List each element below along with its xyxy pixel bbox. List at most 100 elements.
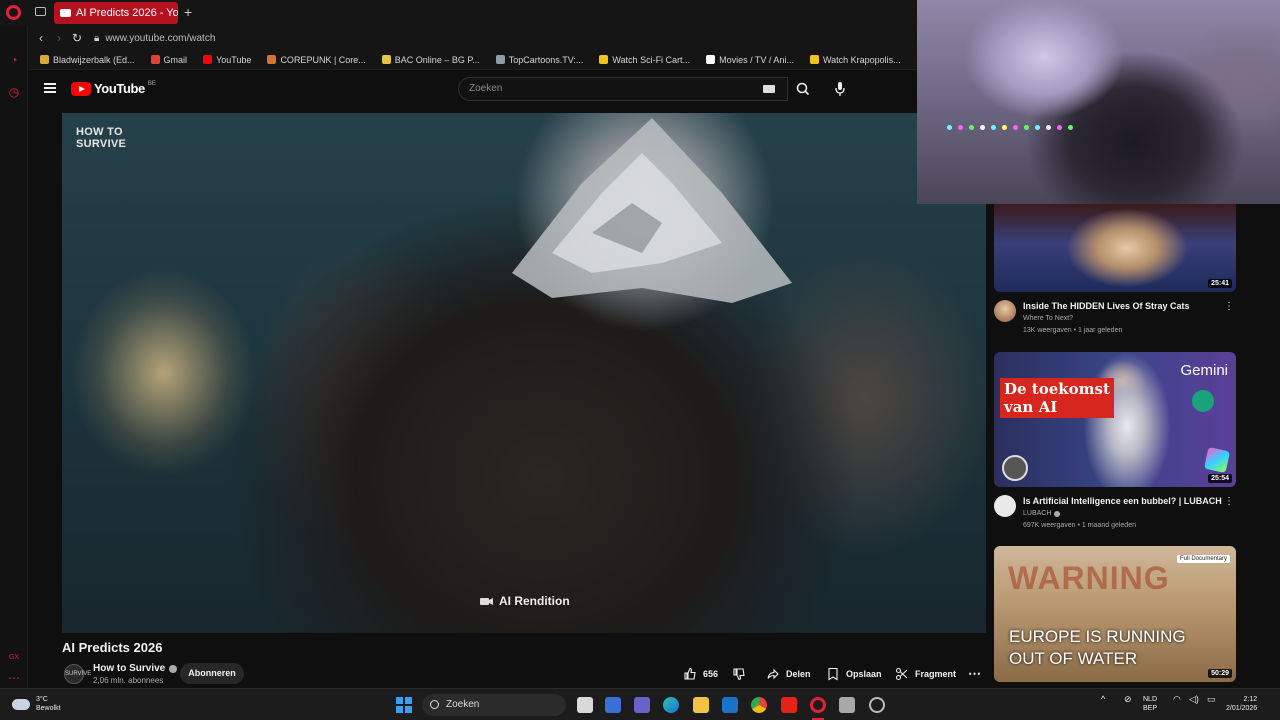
chrome-icon[interactable] [751,697,767,713]
share-button[interactable]: Delen [766,664,811,684]
back-icon[interactable]: ‹ [32,31,50,45]
recommendation-meta: 697K weergaven • 1 maand geleden [1023,522,1136,529]
bookmark-label: TopCartoons.TV:... [508,54,584,65]
clock[interactable]: 2:12 2/01/2026 [1226,695,1257,713]
video-player[interactable]: HOW TO SURVIVE AI Rendition [62,113,986,633]
bookmark-item[interactable]: BAC Online – BG P... [376,55,486,65]
recommendation-title[interactable]: Is Artificial Intelligence een bubbel? |… [1023,496,1223,506]
wifi-icon[interactable]: ◠ [1173,695,1181,704]
channel-text: LUBACH [1023,510,1052,517]
more-icon[interactable]: ⋯ [6,670,22,686]
channel-name[interactable]: How to Survive [93,663,178,674]
volume-icon[interactable]: ◁) [1189,695,1199,704]
recommendation-1[interactable]: 25:41 Inside The HIDDEN Lives Of Stray C… [994,204,1236,334]
tray-overflow-icon[interactable]: ^ [1101,695,1105,704]
duration-badge: 25:54 [1208,474,1232,483]
history-icon[interactable]: ◷ [6,84,22,100]
like-count: 656 [703,669,719,679]
video-frame-foil-hat [512,118,792,303]
search-button[interactable] [788,77,818,101]
gx-icon[interactable]: GX [6,650,22,666]
taskbar-search[interactable]: Zoeken [422,694,566,716]
clip-label: Fragment [915,669,957,679]
calculator-icon[interactable] [839,697,855,713]
bookmark-item[interactable]: COREPUNK | Core... [261,55,371,65]
browser-sidebar: ◔ ◷ GX ⋯ [0,0,28,688]
tab-active[interactable]: AI Predicts 2026 - YouTub [54,2,178,24]
opera-gx-icon[interactable] [810,697,826,713]
thumbs-down-icon [733,668,745,681]
outlook-icon[interactable] [722,697,738,713]
clip-button[interactable]: Fragment [895,664,956,684]
ai-rendition-badge: AI Rendition [480,594,570,608]
dislike-button[interactable] [732,664,746,684]
search-input[interactable]: Zoeken [458,77,788,101]
clock-date: 2/01/2026 [1226,705,1258,712]
share-icon [767,668,779,680]
settings-icon[interactable] [869,697,885,713]
save-button[interactable]: Opslaan [826,664,882,684]
new-tab-button[interactable]: + [184,4,192,20]
channel-name-text: How to Survive [93,663,166,674]
subscribe-button[interactable]: Abonneren [180,663,244,684]
thumbnail-brand: Gemini [1180,362,1228,379]
network-icon[interactable]: ⊘ [1124,695,1132,704]
youtube-app-icon[interactable] [781,697,797,713]
recommendation-2[interactable]: De toekomst van AI Gemini 25:54 Is Artif… [994,352,1236,529]
logo-text: YouTube [94,81,145,96]
camera-icon [480,597,493,605]
verified-icon [1054,510,1061,517]
menu-icon[interactable] [44,83,56,93]
url-field[interactable]: www.youtube.com/watch [105,33,215,44]
opera-logo-icon[interactable] [6,5,21,20]
bookmark-icon [828,667,838,681]
channel-avatar[interactable]: SURVIVE [64,664,91,684]
bookmark-favicon-icon [495,55,505,64]
edge-icon[interactable] [663,697,679,713]
messenger-icon[interactable]: ◔ [6,52,22,68]
youtube-logo[interactable]: YouTube BE [71,81,156,96]
store-icon[interactable] [605,697,621,713]
recommendation-channel[interactable]: Where To Next? [1023,315,1073,322]
recommendation-title[interactable]: Inside The HIDDEN Lives Of Stray Cats [1023,301,1223,311]
language-indicator[interactable]: NLD BEP [1143,695,1157,713]
thumbnail-headline: De toekomst van AI [1000,378,1114,418]
mic-icon[interactable] [834,80,846,98]
like-button[interactable]: 656 [683,664,718,684]
weather-desc: Bewolkt [36,705,61,712]
video-title: AI Predicts 2026 [62,640,163,655]
keyboard-icon[interactable] [763,85,775,93]
forward-icon[interactable]: › [50,31,68,45]
weather-widget[interactable]: 3°C Bewolkt [12,695,61,713]
webcam-overlay [917,0,1280,204]
task-view-icon[interactable] [577,697,593,713]
chatgpt-icon [1192,390,1214,412]
bookmark-item[interactable]: YouTube [197,55,257,65]
teams-icon[interactable] [634,697,650,713]
recommendation-thumbnail[interactable]: WARNING Full Documentary EUROPE IS RUNNI… [994,546,1236,682]
more-options-icon[interactable]: ⋮ [1224,301,1234,312]
bookmark-item[interactable]: Movies / TV / Ani... [700,55,800,65]
recommendation-channel[interactable]: LUBACH [1023,510,1061,517]
bookmark-item[interactable]: Bladwijzerbalk (Ed... [34,55,141,65]
reload-icon[interactable]: ↻ [68,31,86,45]
more-options-icon[interactable]: ⋮ [1224,496,1234,507]
thumbs-up-icon [684,667,696,680]
tab-list-icon[interactable] [35,7,46,16]
recommendation-thumbnail[interactable]: 25:41 [994,204,1236,292]
recommendation-3[interactable]: WARNING Full Documentary EUROPE IS RUNNI… [994,546,1236,682]
bookmark-label: Gmail [163,54,188,65]
bookmark-item[interactable]: Watch Sci-Fi Cart... [593,55,696,65]
channel-avatar[interactable] [994,300,1016,322]
bookmark-item[interactable]: TopCartoons.TV:... [490,55,590,65]
more-actions-button[interactable]: ⋯ [968,664,981,684]
weather-temp: 3°C [36,696,48,703]
channel-avatar[interactable] [994,495,1016,517]
battery-icon[interactable]: ▭ [1207,695,1216,704]
start-button[interactable] [396,697,412,713]
bookmark-item[interactable]: Gmail [145,55,194,65]
address-bar: ‹ › ↻ 🔒︎ www.youtube.com/watch [28,26,917,50]
bookmark-item[interactable]: Watch Krapopolis... [804,55,907,65]
recommendation-thumbnail[interactable]: De toekomst van AI Gemini 25:54 [994,352,1236,487]
file-explorer-icon[interactable] [693,697,709,713]
